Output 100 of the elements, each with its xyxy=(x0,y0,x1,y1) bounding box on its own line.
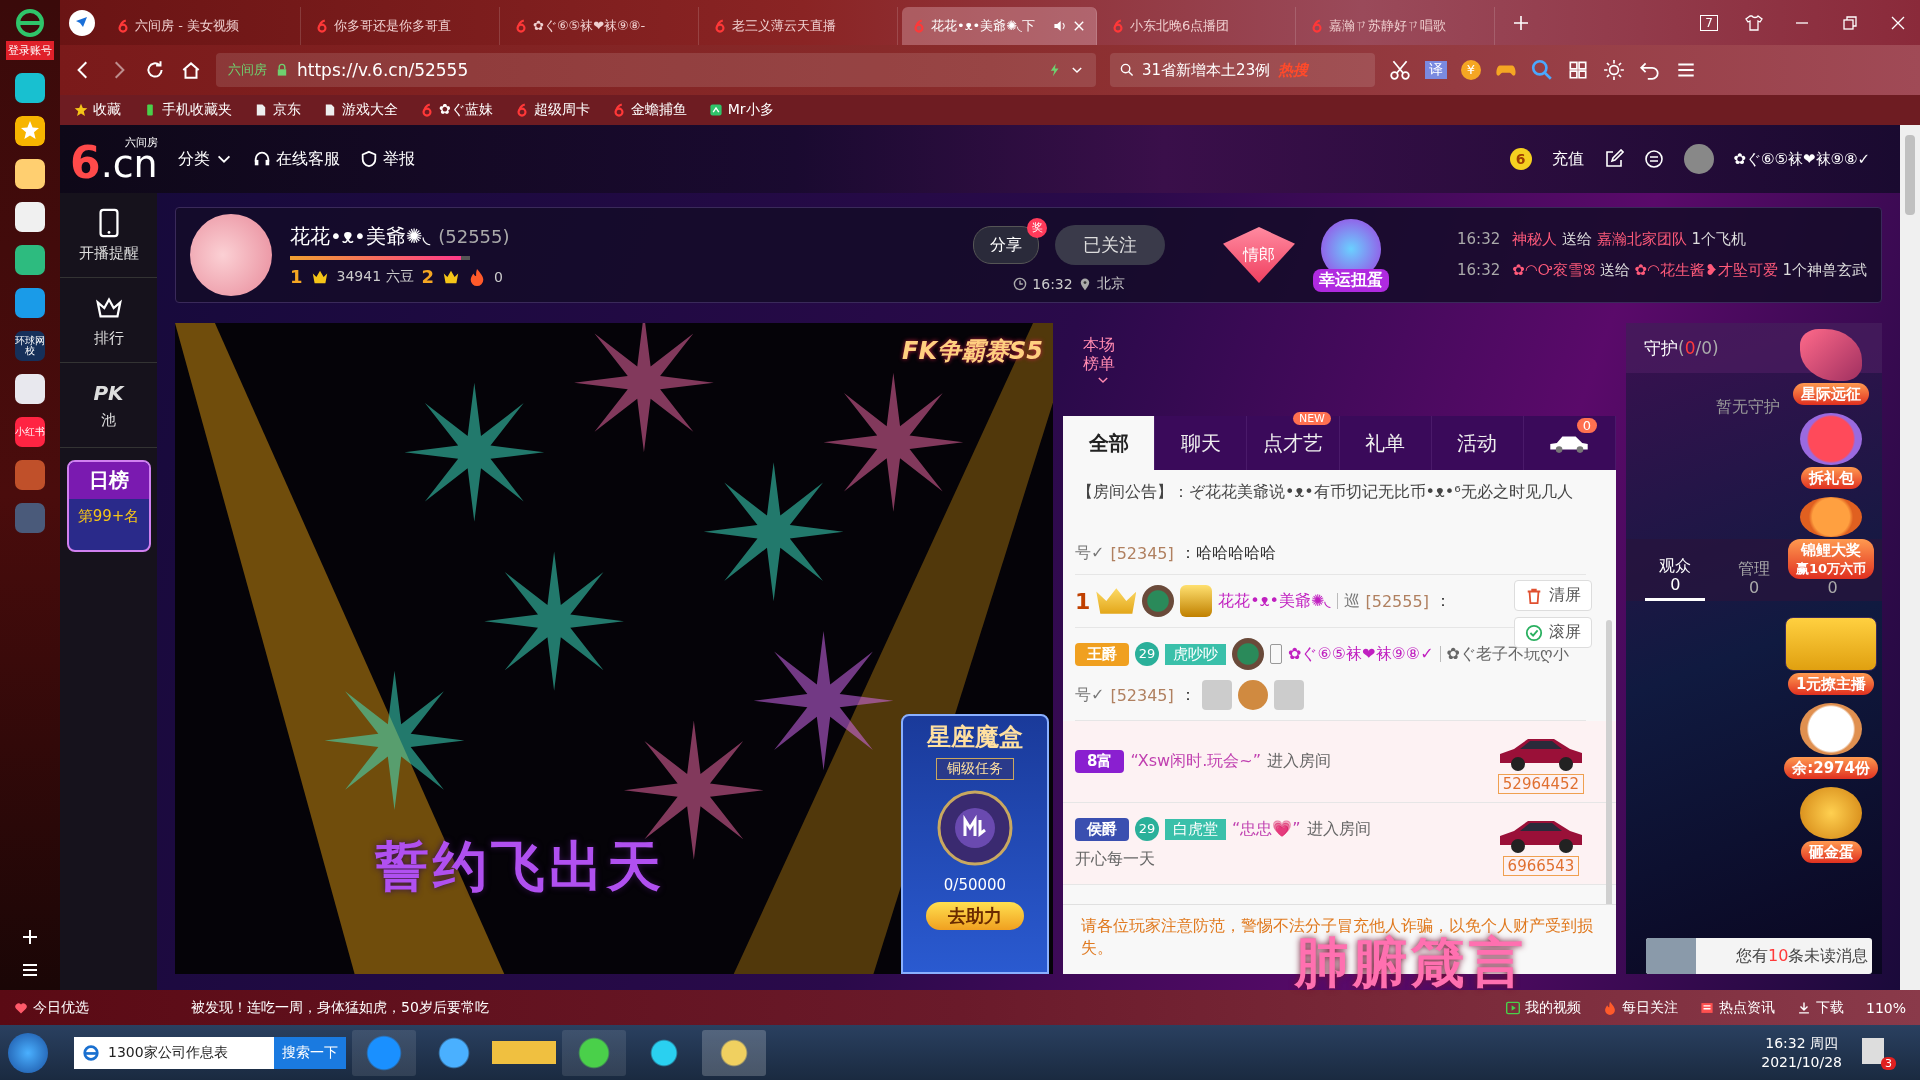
start-button[interactable] xyxy=(8,1032,48,1073)
status-link[interactable]: 每日关注 xyxy=(1602,998,1678,1017)
app-taskbar-icon[interactable] xyxy=(352,1029,416,1076)
nav-item[interactable]: 开播提醒 xyxy=(60,193,157,278)
zoom-level[interactable]: 110% xyxy=(1865,999,1906,1016)
gift-message: 16:32 ✿◠Ꭴ衮雪ꕤ 送给 ✿◠花生酱❥才坠可爱 1个神兽玄武 xyxy=(1457,261,1867,280)
status-link[interactable]: 下载 xyxy=(1796,998,1844,1017)
event-logo[interactable]: FK争霸赛S5 xyxy=(902,335,1043,367)
bookmark-link[interactable]: 金蟾捕鱼 xyxy=(611,101,687,119)
app-icon[interactable]: 环球网校 xyxy=(15,331,45,361)
rank-toggle[interactable]: 本场榜单 xyxy=(1063,323,1143,413)
bookmark-link[interactable]: 收藏 xyxy=(74,101,121,119)
notification-icon[interactable] xyxy=(1862,1037,1884,1064)
user-avatar[interactable] xyxy=(1683,144,1714,174)
rank-label: 1 xyxy=(290,266,303,287)
login-account-button[interactable]: 登录账号 xyxy=(6,41,54,60)
tab-title: 你多哥还是你多哥直 xyxy=(334,17,452,35)
app-icon[interactable] xyxy=(15,202,45,232)
nav-item[interactable]: 排行 xyxy=(60,278,157,363)
search-button[interactable]: 搜索一下 xyxy=(274,1036,346,1069)
system-clock[interactable]: 16:32 周四 2021/10/28 xyxy=(1761,1034,1842,1071)
vertical-scrollbar[interactable] xyxy=(1900,125,1920,990)
browser-taskbar-icon[interactable] xyxy=(562,1029,626,1076)
auto-scroll-button[interactable]: 滚屏 xyxy=(1514,617,1592,648)
promo-button[interactable]: 锦鲤大奖 赢10万六币 xyxy=(1788,497,1875,579)
search-icon xyxy=(1120,63,1134,77)
page-icon xyxy=(254,103,268,117)
browser-logo-icon[interactable] xyxy=(15,8,45,38)
status-link[interactable]: 热点资讯 xyxy=(1699,998,1775,1017)
app-icon[interactable] xyxy=(15,245,45,275)
tab-title: 老三义薄云天直播 xyxy=(732,17,837,35)
bookmark-link[interactable]: 手机收藏夹 xyxy=(143,101,232,119)
chat-message: 号✓ [52345] ：哈哈哈哈哈 xyxy=(1075,533,1586,575)
notification-badge: 3 xyxy=(1881,1056,1896,1070)
browser-icon xyxy=(82,1043,100,1062)
tab-badge: NEW xyxy=(1292,412,1331,425)
bookmark-link[interactable]: 超级周卡 xyxy=(514,101,590,119)
app-icon[interactable]: 小红书 xyxy=(15,417,45,447)
bean-count: 34941 六豆 xyxy=(336,267,414,286)
search-icon[interactable] xyxy=(1531,59,1553,81)
task-level-label: 铜级任务 xyxy=(936,758,1014,781)
nav-item[interactable]: PK 池 xyxy=(60,363,157,448)
address-field[interactable]: 六间房 https://v.6.cn/52555 xyxy=(216,53,1096,87)
fire-count: 0 xyxy=(494,268,503,285)
audience-tab[interactable]: 管理 0 xyxy=(1724,560,1784,601)
shirt-icon[interactable] xyxy=(1744,12,1764,33)
recharge-link[interactable]: 充值 xyxy=(1551,148,1584,170)
add-icon[interactable] xyxy=(20,927,40,947)
unread-messages-bar[interactable]: 您有10条未读消息 xyxy=(1646,938,1872,974)
taskbar-search-field[interactable]: 1300家公司作息表 xyxy=(74,1036,274,1069)
bookmark-link[interactable]: 游戏大全 xyxy=(323,101,398,119)
brightness-icon[interactable] xyxy=(1603,59,1625,81)
reward-badge: 奖 xyxy=(1027,218,1047,238)
tab-title: ✿ぐ⑥⑤袜❤袜⑨⑧- xyxy=(533,17,647,35)
search-field[interactable]: 31省新增本土23例 热搜 xyxy=(1110,53,1375,87)
app-icon[interactable] xyxy=(15,374,45,404)
follow-button[interactable]: 已关注 xyxy=(1055,225,1165,265)
city-label: 北京 xyxy=(1096,275,1125,293)
flame-icon xyxy=(1602,1000,1617,1015)
bookmark-link[interactable]: Mr小多 xyxy=(708,101,774,119)
header-link[interactable]: 分类 xyxy=(177,148,233,170)
bookmark-link[interactable]: 京东 xyxy=(254,101,301,119)
user-name[interactable]: ✿ぐ⑥⑤袜❤袜⑨⑧✓ xyxy=(1733,149,1870,169)
daily-rank-badge[interactable]: 日榜 第99+名 xyxy=(66,460,151,552)
anchor-id: (52555) xyxy=(438,226,510,247)
header-link[interactable]: 在线客服 xyxy=(252,148,340,170)
close-icon xyxy=(1072,19,1086,33)
trash-icon xyxy=(1525,586,1543,605)
clear-screen-button[interactable]: 清屏 xyxy=(1514,580,1592,611)
chat-taskbar-icon[interactable] xyxy=(702,1029,766,1076)
news-ticker[interactable]: 被发现！连吃一周，身体猛如虎，50岁后要常吃 xyxy=(191,998,489,1017)
audience-tab[interactable]: 观众 0 xyxy=(1645,557,1706,601)
scissors-icon[interactable] xyxy=(1389,59,1411,81)
list-icon[interactable] xyxy=(1643,149,1664,169)
scrollbar-thumb[interactable] xyxy=(1905,135,1915,215)
grid-icon[interactable] xyxy=(1567,59,1589,81)
audience-tab[interactable]: 0 xyxy=(1813,578,1852,601)
star-app-icon[interactable] xyxy=(15,116,45,146)
browser-tab[interactable]: 花花•ᴥ•美爺✺◟下 xyxy=(902,7,1097,45)
header-link[interactable]: 举报 xyxy=(359,148,415,170)
empty-guard-text: 暂无守护 xyxy=(1716,397,1780,416)
site-icon xyxy=(1310,19,1324,33)
status-link[interactable]: 我的视频 xyxy=(1505,998,1581,1017)
room-notice: 【房间公告】：ぞ花花美爺说•ᴥ•有币切记无比币•ᴥ•⁶无必之时见几人 xyxy=(1076,481,1574,503)
chat-tab[interactable]: 全部 xyxy=(1063,416,1156,470)
app-icon[interactable] xyxy=(15,73,45,103)
edit-icon[interactable] xyxy=(1603,149,1624,169)
site-icon xyxy=(116,19,130,33)
tab-count[interactable]: 7 xyxy=(1700,14,1718,31)
bookmark-link[interactable]: ✿ぐ蓝妹 xyxy=(420,101,493,119)
page-icon xyxy=(323,103,337,117)
app-icon[interactable] xyxy=(15,159,45,189)
heart-icon xyxy=(14,1000,28,1015)
help-button[interactable]: 去助力 xyxy=(926,902,1024,931)
daily-pick-link[interactable]: 今日优选 xyxy=(14,998,89,1017)
compass-icon[interactable] xyxy=(68,8,96,37)
entry-message: 8富 “Xsw闲时.玩会~” 进入房间 52964452 xyxy=(1063,721,1616,803)
app-icon xyxy=(708,103,723,117)
tab-badge: 0 xyxy=(1576,418,1598,433)
video-icon xyxy=(1505,1000,1520,1015)
